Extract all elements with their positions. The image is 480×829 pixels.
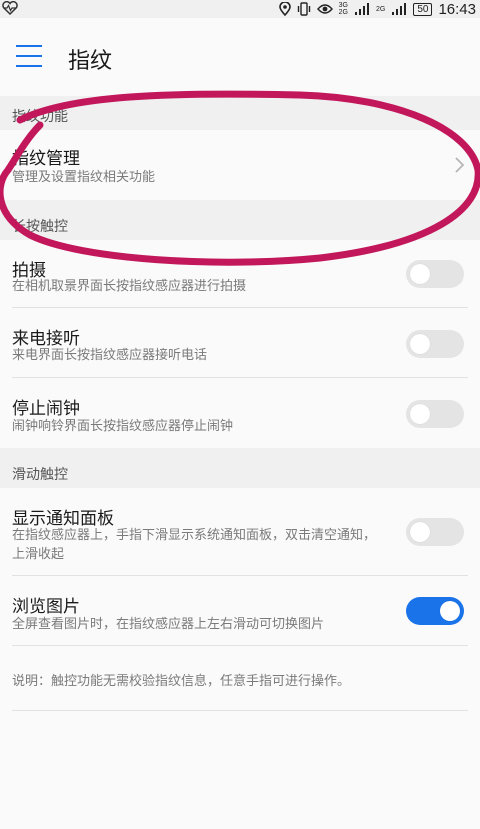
page-title: 指纹 bbox=[68, 49, 113, 74]
capture-toggle[interactable] bbox=[406, 260, 464, 288]
heart-pulse-icon bbox=[2, 0, 18, 16]
row-subtitle: 闹钟响铃界面长按指纹感应器停止闹钟 bbox=[12, 419, 234, 434]
divider bbox=[12, 645, 468, 646]
fingerprint-management-row[interactable]: 指纹管理 管理及设置指纹相关功能 bbox=[0, 130, 480, 200]
row-subtitle: 管理及设置指纹相关功能 bbox=[12, 170, 156, 185]
status-bar: 3G 2G 2G 50 16:43 bbox=[0, 0, 480, 18]
row-subtitle: 在指纹感应器上，手指下滑显示系统通知面板，双击清空通知，上滑收起 bbox=[12, 528, 377, 562]
network-type-2: 2G bbox=[375, 5, 386, 13]
stop-alarm-toggle[interactable] bbox=[406, 400, 464, 428]
signal-icon bbox=[391, 2, 407, 16]
chevron-right-icon bbox=[452, 156, 466, 174]
divider bbox=[12, 710, 468, 711]
row-title: 停止闹钟 bbox=[12, 399, 80, 419]
section-header-long-press: 长按触控 bbox=[0, 200, 480, 240]
row-title: 浏览图片 bbox=[12, 597, 80, 617]
row-stop-alarm[interactable]: 停止闹钟 闹钟响铃界面长按指纹感应器停止闹钟 bbox=[0, 378, 480, 448]
vibrate-icon bbox=[297, 2, 311, 16]
section-header-fingerprint-function: 指纹功能 bbox=[0, 96, 480, 130]
row-capture[interactable]: 拍摄 在相机取景界面长按指纹感应器进行拍摄 bbox=[0, 240, 480, 308]
answer-call-toggle[interactable] bbox=[406, 330, 464, 358]
location-icon bbox=[278, 2, 291, 16]
note-text: 说明：触控功能无需校验指纹信息，任意手指可进行操作。 bbox=[12, 674, 351, 689]
eye-icon bbox=[316, 3, 333, 15]
row-subtitle: 来电界面长按指纹感应器接听电话 bbox=[12, 348, 208, 363]
signal-icon bbox=[354, 2, 370, 16]
section-header-swipe: 滑动触控 bbox=[0, 448, 480, 488]
notification-panel-toggle[interactable] bbox=[406, 518, 464, 546]
row-subtitle: 在相机取景界面长按指纹感应器进行拍摄 bbox=[12, 279, 247, 294]
row-title: 指纹管理 bbox=[12, 149, 80, 169]
row-subtitle: 全屏查看图片时，在指纹感应器上左右滑动可切换图片 bbox=[12, 617, 325, 632]
app-bar: 指纹 bbox=[0, 18, 480, 96]
hamburger-icon[interactable] bbox=[16, 45, 42, 67]
browse-pictures-toggle[interactable] bbox=[406, 597, 464, 625]
clock: 16:43 bbox=[438, 0, 476, 18]
row-answer-call[interactable]: 来电接听 来电界面长按指纹感应器接听电话 bbox=[0, 308, 480, 378]
network-type-1: 3G 2G bbox=[338, 2, 348, 16]
row-show-notification-panel[interactable]: 显示通知面板 在指纹感应器上，手指下滑显示系统通知面板，双击清空通知，上滑收起 bbox=[0, 488, 480, 576]
battery-indicator: 50 bbox=[413, 2, 433, 16]
row-browse-pictures[interactable]: 浏览图片 全屏查看图片时，在指纹感应器上左右滑动可切换图片 bbox=[0, 576, 480, 646]
